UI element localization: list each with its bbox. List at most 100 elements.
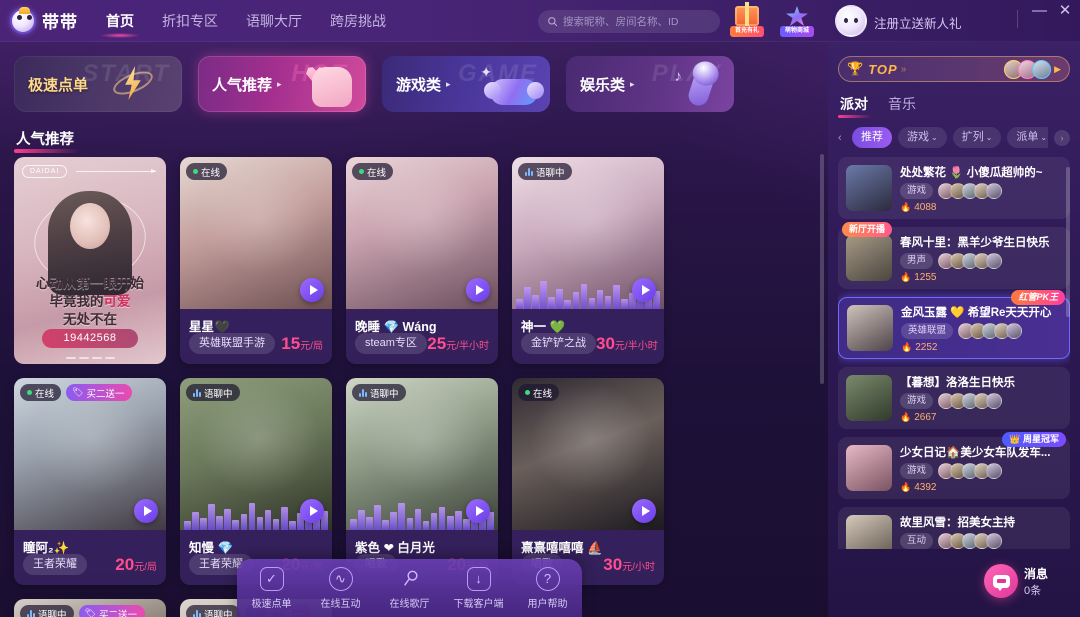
streamer-card[interactable]: 语聊中 紫色 ❤ 白月光 唱歌 20元/局 <box>346 378 498 585</box>
toolbar-label: 用户帮助 <box>527 598 568 610</box>
play-button[interactable] <box>632 499 656 523</box>
chevron-right-icon[interactable]: ▶ <box>1054 64 1061 75</box>
header-divider <box>1017 10 1018 28</box>
first-charge-gift-button[interactable]: 首充有礼 <box>730 2 764 37</box>
game-chip[interactable]: 英雄联盟手游 <box>189 333 275 354</box>
room-list-item[interactable]: 【暮想】洛洛生日快乐 游戏 🔥 2667 <box>838 367 1070 429</box>
status-badge: 语聊中 <box>186 384 240 401</box>
room-meta: 互动 <box>900 532 1062 549</box>
streamer-card[interactable]: 语聊中 神一 💚 金铲铲之战 30元/半小时 <box>512 157 664 364</box>
status-badge: 在线 <box>518 384 560 401</box>
room-list-item[interactable]: 👑 周星冠军 少女日记🏠美少女车队发车... 游戏 🔥 4392 <box>838 432 1070 499</box>
room-list-item[interactable]: 新厅开播 春风十里：黑羊少爷生日快乐 男声 🔥 1255 <box>838 222 1070 289</box>
nav-item-home[interactable]: 首页 <box>100 8 140 38</box>
carousel-dots[interactable] <box>14 357 166 359</box>
category-popular[interactable]: HOT 人气推荐 ▸ <box>198 56 366 112</box>
avatar[interactable] <box>835 5 867 37</box>
promo-card[interactable]: DAIDAI 心动从第一眼开始 毕竟我的可爱 无处不在 19442568 <box>14 157 166 364</box>
streamer-card[interactable]: 语聊中 知慢 💎 王者荣耀 20元/局 <box>180 378 332 585</box>
status-badge: 在线 <box>352 163 394 180</box>
play-button[interactable] <box>632 278 656 302</box>
sidebar-scrollbar[interactable] <box>1066 167 1070 317</box>
chat-bubble-icon <box>992 574 1010 591</box>
play-button[interactable] <box>134 499 158 523</box>
flame-icon: 🔥 <box>900 481 912 492</box>
play-button[interactable] <box>300 499 324 523</box>
tab-party[interactable]: 派对 <box>838 94 872 118</box>
streamer-card[interactable]: 在线 🏷 买二送一 瞳阿₂✨ 王者荣耀 20元/局 <box>14 378 166 585</box>
scroll-right-icon[interactable]: › <box>1054 129 1070 146</box>
card-badges: 语聊中 🏷 买二送一 <box>20 605 145 617</box>
room-title: 故里风雪：招美女主持 <box>900 516 1015 529</box>
category-games[interactable]: GAME ✦ 游戏类 ▸ <box>382 56 550 112</box>
streamer-card[interactable]: 在线 星星🖤 英雄联盟手游 15元/局 <box>180 157 332 364</box>
close-button[interactable]: ✕ <box>1058 3 1072 18</box>
promo-badge: 🏷 买二送一 <box>66 384 133 401</box>
nav-item-voice-hall[interactable]: 语聊大厅 <box>244 8 304 34</box>
room-participants <box>938 462 1003 479</box>
room-title: 春风十里：黑羊少爷生日快乐 <box>900 236 1050 249</box>
filter-chip-dispatch[interactable]: 派单 ⌄ <box>1007 127 1048 148</box>
card-badges: 在线 <box>352 163 394 180</box>
room-list-item[interactable]: 红管PK王 金风玉露 💛 希望Re天天开心 英雄联盟 🔥 2252 <box>838 290 1070 359</box>
promo-tag: DAIDAI <box>22 165 68 178</box>
streamer-card[interactable]: 在线 晚睡 💎 Wáng steam专区 25元/半小时 <box>346 157 498 364</box>
card-media: 语聊中 <box>180 378 332 530</box>
category-fast-order[interactable]: START 极速点单 <box>14 56 182 112</box>
room-heat: 🔥 1255 <box>900 272 1062 283</box>
status-label: 在线 <box>201 167 221 179</box>
play-button[interactable] <box>300 278 324 302</box>
main-content: START 极速点单 HOT 人气推荐 ▸ GAME ✦ 游戏类 <box>0 42 828 617</box>
game-chip[interactable]: 王者荣耀 <box>23 554 87 575</box>
logo-area[interactable]: 带带 <box>10 6 78 34</box>
streamer-card[interactable]: 语聊中 🏷 买二送一 七七 🌺 唱歌 <box>14 599 166 617</box>
cute-mall-button[interactable]: 萌物商城 <box>780 5 814 37</box>
room-list-item[interactable]: 故里风雪：招美女主持 互动 🔥 4265 <box>838 507 1070 549</box>
promo-line-3: 无处不在 <box>63 312 117 327</box>
toolbar-online-karaoke[interactable]: 在线歌厅 <box>378 567 442 610</box>
room-participants <box>938 392 1003 409</box>
scroll-left-icon[interactable]: ‹ <box>838 132 846 144</box>
toolbar-user-help[interactable]: ? 用户帮助 <box>516 566 580 610</box>
toolbar-download-client[interactable]: ↓ 下载客户端 <box>447 566 511 610</box>
nav-item-discount[interactable]: 折扣专区 <box>160 8 220 34</box>
minimize-button[interactable]: — <box>1032 3 1047 18</box>
promo-divider <box>76 169 156 173</box>
tab-music[interactable]: 音乐 <box>888 94 916 118</box>
category-entertainment[interactable]: PLAY ♪ 娱乐类 ▸ <box>566 56 734 112</box>
room-heat: 🔥 2252 <box>901 342 1061 353</box>
message-widget[interactable]: 消息 0条 <box>984 559 1074 603</box>
toolbar-online-interaction[interactable]: ∿ 在线互动 <box>309 566 373 610</box>
top-avatars[interactable]: ▶ <box>1004 59 1061 79</box>
main-scrollbar[interactable] <box>820 154 824 384</box>
toolbar-label: 在线互动 <box>320 598 361 610</box>
top-ranking-banner[interactable]: 🏆 TOP ›› ▶ <box>838 56 1070 82</box>
card-badges: 语聊中 <box>518 163 572 180</box>
toolbar-label: 极速点单 <box>251 598 292 610</box>
status-label: 语聊中 <box>204 388 233 400</box>
heat-value: 4088 <box>914 201 937 213</box>
room-list-item[interactable]: 处处繁花 🌷 小傻瓜超帅的~ 游戏 🔥 4088 <box>838 157 1070 219</box>
hand-heart-icon <box>298 58 358 110</box>
nav-item-cross-room[interactable]: 跨房挑战 <box>328 8 388 34</box>
room-tag: 英雄联盟 <box>901 322 954 339</box>
play-button[interactable] <box>466 499 490 523</box>
chevron-down-icon: ⌄ <box>931 133 938 142</box>
status-label: 语聊中 <box>536 167 565 179</box>
status-label: 语聊中 <box>38 609 67 617</box>
play-button[interactable] <box>466 278 490 302</box>
panda-logo-icon <box>10 6 36 34</box>
search-input[interactable]: 搜索昵称、房间名称、ID <box>538 10 720 33</box>
gamepad-icon: ✦ <box>480 58 544 110</box>
room-heat: 🔥 2667 <box>900 412 1062 423</box>
register-gift-link[interactable]: 注册立送新人礼 <box>874 13 962 32</box>
tag-icon: 🏷 <box>84 608 96 617</box>
toolbar-fast-order[interactable]: ✓ 极速点单 <box>240 566 304 610</box>
streamer-card[interactable]: 在线 熹熹嘻嘻嘻 ⛵ 唱歌 30元/小时 <box>512 378 664 585</box>
filter-chip-recommend[interactable]: 推荐 <box>852 127 892 148</box>
game-chip[interactable]: steam专区 <box>355 333 427 354</box>
filter-chip-expand[interactable]: 扩列 ⌄ <box>952 127 1002 148</box>
filter-chip-game[interactable]: 游戏 ⌄ <box>898 127 947 148</box>
game-chip[interactable]: 金铲铲之战 <box>521 333 596 354</box>
chevron-right-icon: ›› <box>900 63 907 75</box>
